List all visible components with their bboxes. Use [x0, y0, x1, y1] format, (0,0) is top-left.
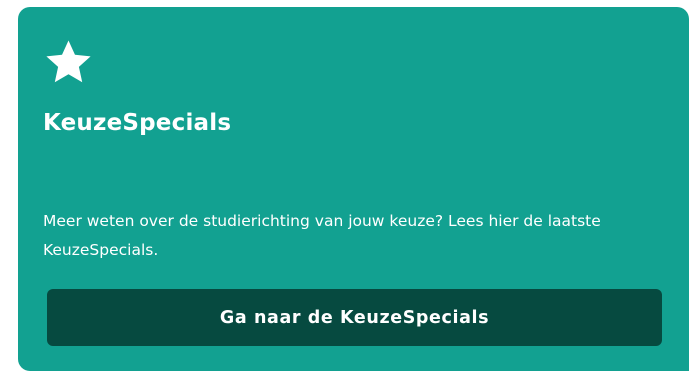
card-title: KeuzeSpecials: [43, 110, 232, 136]
card-description: Meer weten over de studierichting van jo…: [43, 212, 601, 259]
star-icon: [46, 40, 91, 83]
keuzespecials-card: KeuzeSpecials Meer weten over de studier…: [18, 7, 689, 371]
go-to-keuzespecials-button[interactable]: Ga naar de KeuzeSpecials: [47, 289, 662, 346]
